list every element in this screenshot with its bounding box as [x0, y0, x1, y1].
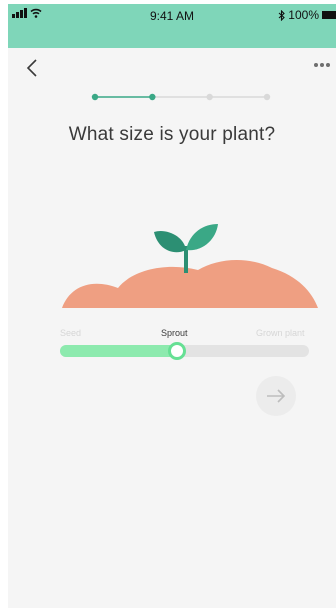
size-slider-thumb[interactable] [168, 342, 186, 360]
more-dot [320, 63, 324, 67]
step-dot [263, 93, 271, 101]
sprout-illustration [62, 224, 318, 308]
size-slider[interactable] [60, 342, 309, 360]
status-right: 100% [278, 8, 336, 22]
arrow-right-icon [267, 389, 286, 403]
more-dot [314, 63, 318, 67]
size-option-sprout[interactable]: Sprout [161, 328, 188, 338]
chevron-left-icon [26, 59, 37, 77]
status-bar: 9:41 AM 100% [8, 4, 336, 48]
step-dot [91, 93, 99, 101]
step-dot [149, 93, 156, 101]
more-options-button[interactable] [314, 58, 336, 72]
battery-percent: 100% [288, 8, 319, 22]
step-progress [91, 93, 271, 101]
bluetooth-icon [278, 9, 286, 21]
soil-mounds [62, 259, 318, 308]
page-title: What size is your plant? [68, 124, 276, 145]
back-button[interactable] [22, 56, 44, 80]
battery-icon [322, 11, 336, 19]
more-dot [326, 63, 330, 67]
app-screen: 9:41 AM 100% What size is your plant? Se [8, 4, 336, 608]
size-option-grown-plant[interactable]: Grown plant [256, 328, 305, 338]
size-slider-fill [60, 345, 177, 357]
next-button[interactable] [256, 376, 296, 416]
step-dot [206, 93, 213, 101]
size-option-seed[interactable]: Seed [60, 328, 81, 338]
